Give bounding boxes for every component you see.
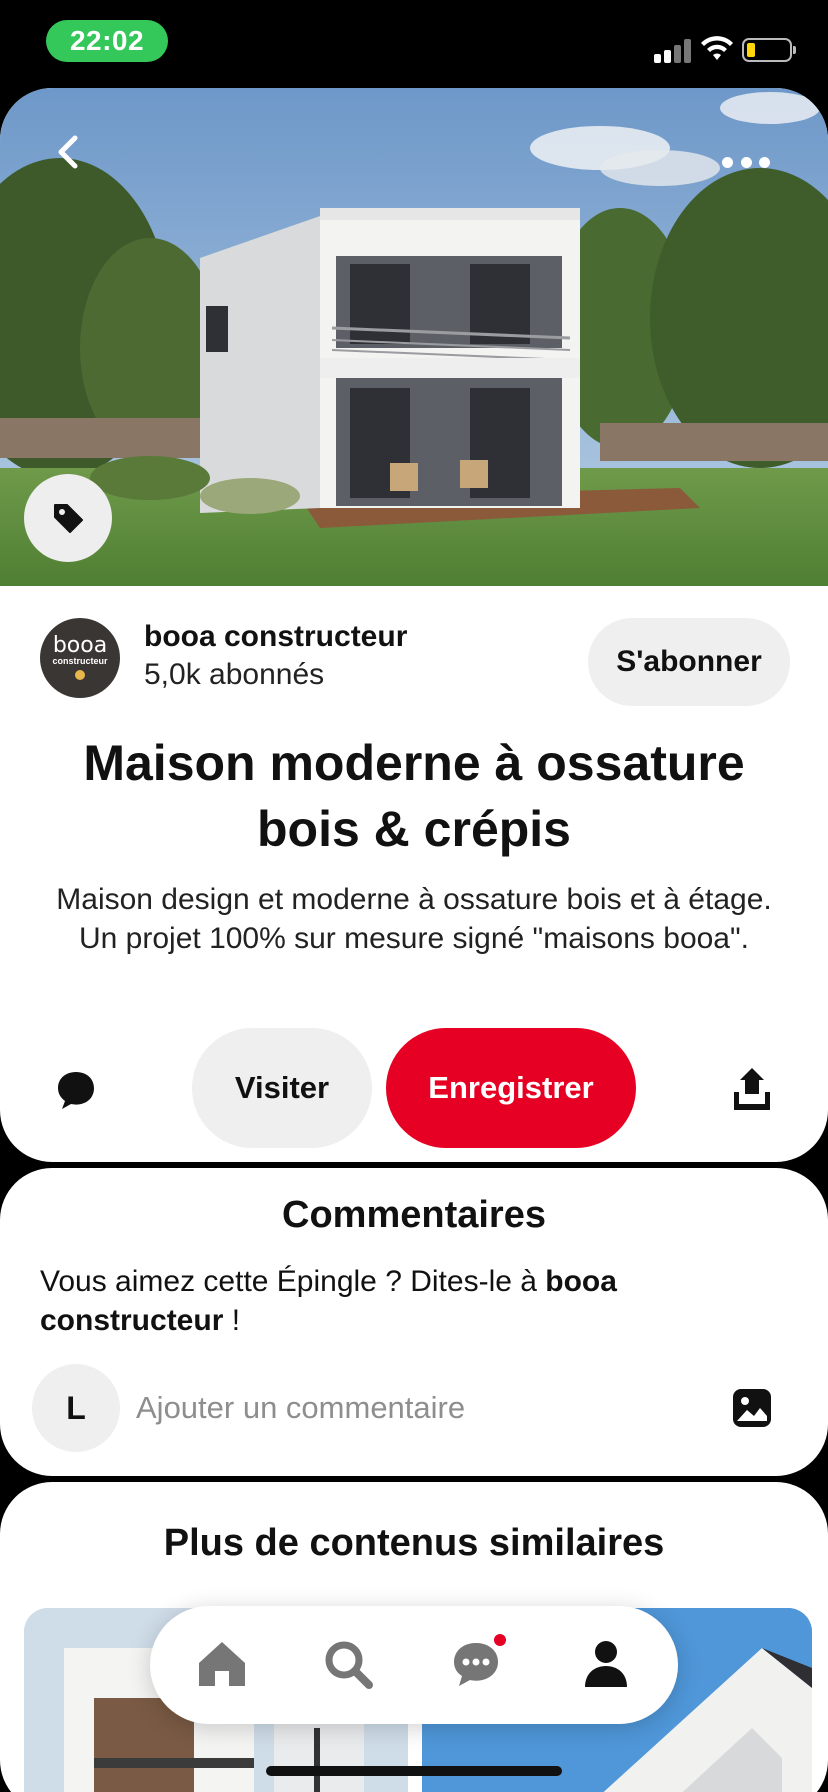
bottom-navigation — [150, 1606, 678, 1724]
home-indicator[interactable] — [266, 1766, 562, 1776]
follow-button[interactable]: S'abonner — [588, 618, 790, 706]
search-icon — [325, 1641, 373, 1689]
home-icon — [199, 1642, 245, 1686]
pin-image[interactable] — [0, 88, 828, 586]
status-time[interactable]: 22:02 — [46, 20, 168, 62]
notification-dot — [492, 1632, 508, 1648]
creator-row: booa constructeur booa constructeur 5,0k… — [38, 610, 790, 710]
share-icon[interactable] — [728, 1064, 776, 1114]
nav-messages[interactable] — [448, 1632, 508, 1692]
visit-button[interactable]: Visiter — [192, 1028, 372, 1148]
creator-name[interactable]: booa constructeur — [144, 620, 407, 654]
creator-avatar[interactable]: booa constructeur — [40, 618, 120, 698]
comment-input[interactable] — [136, 1378, 696, 1438]
wifi-icon — [701, 36, 733, 60]
cellular-signal-icon — [654, 37, 694, 63]
pin-actions: Visiter Enregistrer — [0, 1028, 828, 1148]
image-icon[interactable] — [732, 1388, 772, 1428]
house-photo — [0, 88, 828, 586]
product-tag-button[interactable] — [24, 474, 112, 562]
nav-profile[interactable] — [578, 1636, 634, 1692]
nav-home[interactable] — [194, 1636, 250, 1692]
messages-icon — [454, 1643, 498, 1686]
pin-description: Maison design et moderne à ossature bois… — [56, 883, 772, 955]
comment-bubble-icon[interactable] — [52, 1066, 100, 1114]
battery-low-icon — [742, 38, 796, 62]
creator-followers: 5,0k abonnés — [144, 658, 325, 691]
pin-title: Maison moderne à ossature bois & crépis — [83, 735, 745, 857]
chevron-left-icon — [58, 135, 78, 169]
more-options-button[interactable] — [722, 152, 770, 172]
similar-title: Plus de contenus similaires — [163, 1522, 665, 1564]
comments-section: Commentaires Vous aimez cette Épingle ? … — [0, 1168, 828, 1476]
comments-prompt: Vous aimez cette Épingle ? Dites-le à bo… — [40, 1265, 617, 1337]
user-avatar[interactable]: L — [32, 1364, 120, 1452]
profile-icon — [585, 1641, 627, 1687]
tag-icon — [54, 504, 83, 533]
pin-card: booa constructeur booa constructeur 5,0k… — [0, 88, 828, 1162]
save-button[interactable]: Enregistrer — [386, 1028, 636, 1148]
more-horizontal-icon — [722, 156, 733, 168]
back-button[interactable] — [46, 130, 90, 174]
status-bar: 22:02 — [0, 0, 828, 84]
comments-title: Commentaires — [282, 1194, 546, 1236]
nav-search[interactable] — [320, 1636, 376, 1692]
